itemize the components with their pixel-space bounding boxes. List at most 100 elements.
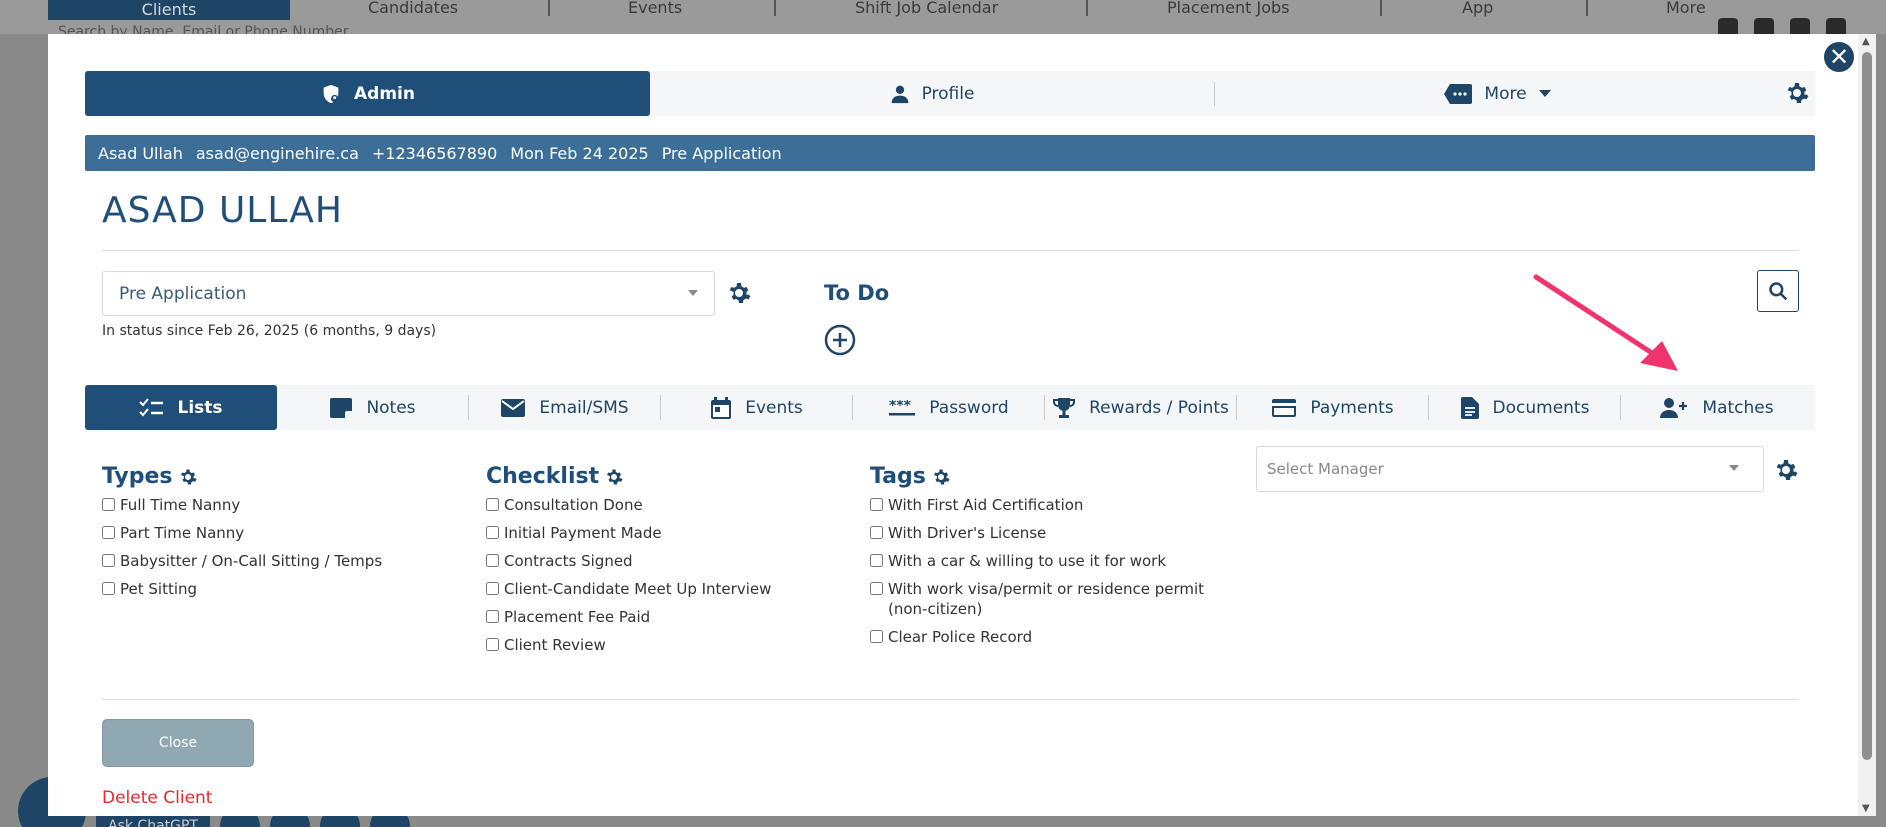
- tab-matches[interactable]: Matches: [1621, 385, 1813, 430]
- checklist-section: Checklist Consultation Done Initial Paym…: [486, 464, 866, 663]
- client-info-bar: Asad Ullah asad@enginehire.ca +123465678…: [85, 135, 1815, 171]
- checklist-item[interactable]: Client-Candidate Meet Up Interview: [486, 579, 866, 599]
- modal-top-nav: Admin Profile More: [85, 71, 1815, 116]
- checklist-item[interactable]: Contracts Signed: [486, 551, 866, 571]
- scroll-up-icon[interactable]: ▲: [1862, 36, 1870, 47]
- checklist-heading: Checklist: [486, 464, 866, 489]
- tag-item[interactable]: With a car & willing to use it for work: [870, 551, 1215, 571]
- status-select[interactable]: Pre Application: [102, 271, 715, 316]
- tab-documents[interactable]: Documents: [1429, 385, 1621, 430]
- checklist-checkbox[interactable]: [486, 526, 499, 539]
- tag-checkbox[interactable]: [870, 498, 883, 511]
- bg-tab-app: App: [1462, 0, 1494, 17]
- delete-client-link[interactable]: Delete Client: [102, 788, 212, 808]
- type-checkbox[interactable]: [102, 526, 115, 539]
- tag-checkbox[interactable]: [870, 582, 883, 595]
- info-date: Mon Feb 24 2025: [510, 143, 649, 163]
- info-status: Pre Application: [661, 143, 782, 163]
- tag-checkbox[interactable]: [870, 554, 883, 567]
- document-icon: [1460, 396, 1479, 419]
- type-checkbox[interactable]: [102, 582, 115, 595]
- modal-scrollbar[interactable]: ▲ ▼: [1858, 34, 1876, 816]
- svg-text:***: ***: [889, 400, 912, 414]
- trophy-icon: [1053, 397, 1076, 418]
- checklist-item[interactable]: Placement Fee Paid: [486, 607, 866, 627]
- close-icon[interactable]: ✕: [1822, 40, 1856, 74]
- tab-email-sms[interactable]: Email/SMS: [469, 385, 661, 430]
- checklist-gear-icon[interactable]: [605, 468, 623, 486]
- todo-title: To Do: [824, 281, 890, 305]
- types-section: Types Full Time Nanny Part Time Nanny Ba…: [102, 464, 482, 607]
- checklist-checkbox[interactable]: [486, 610, 499, 623]
- tab-events[interactable]: Events: [661, 385, 853, 430]
- type-item[interactable]: Babysitter / On-Call Sitting / Temps: [102, 551, 482, 571]
- status-since-text: In status since Feb 26, 2025 (6 months, …: [102, 323, 437, 339]
- tag-item[interactable]: Clear Police Record: [870, 627, 1215, 647]
- tab-admin[interactable]: Admin: [85, 71, 650, 116]
- divider: [102, 699, 1798, 700]
- scroll-down-icon[interactable]: ▼: [1862, 803, 1870, 814]
- type-checkbox[interactable]: [102, 554, 115, 567]
- checklist-item[interactable]: Client Review: [486, 635, 866, 655]
- background-nav: Clients Candidates Events Shift Job Cale…: [0, 0, 1886, 40]
- bg-tab-placement-jobs: Placement Jobs: [1167, 0, 1290, 17]
- divider: [102, 250, 1798, 251]
- caret-down-icon: [1538, 89, 1551, 97]
- bg-tab-shift-calendar: Shift Job Calendar: [855, 0, 999, 17]
- annotation-arrow-icon: [1533, 274, 1678, 371]
- client-modal: Admin Profile More Asad Ullah asad@engin…: [48, 34, 1858, 816]
- status-gear-icon[interactable]: [727, 281, 751, 305]
- types-heading: Types: [102, 464, 482, 489]
- tag-item[interactable]: With First Aid Certification: [870, 495, 1215, 515]
- tags-heading: Tags: [870, 464, 1215, 489]
- checklist-item[interactable]: Initial Payment Made: [486, 523, 866, 543]
- tab-lists[interactable]: Lists: [85, 385, 277, 430]
- checklist-checkbox[interactable]: [486, 498, 499, 511]
- checklist-checkbox[interactable]: [486, 582, 499, 595]
- tab-payments[interactable]: Payments: [1237, 385, 1429, 430]
- info-phone: +12346567890: [371, 143, 498, 163]
- checklist-item[interactable]: Consultation Done: [486, 495, 866, 515]
- search-button[interactable]: [1757, 270, 1799, 312]
- tag-icon: [1444, 83, 1473, 104]
- tab-rewards-points[interactable]: Rewards / Points: [1045, 385, 1237, 430]
- credit-card-icon: [1272, 398, 1297, 417]
- manager-gear-icon[interactable]: [1774, 458, 1798, 482]
- calendar-icon: [711, 396, 732, 419]
- type-item[interactable]: Pet Sitting: [102, 579, 482, 599]
- bg-tab-events: Events: [628, 0, 683, 17]
- type-item[interactable]: Part Time Nanny: [102, 523, 482, 543]
- tag-item[interactable]: With work visa/permit or residence permi…: [870, 579, 1215, 619]
- type-item[interactable]: Full Time Nanny: [102, 495, 482, 515]
- note-icon: [330, 397, 353, 418]
- tab-profile[interactable]: Profile: [650, 81, 1215, 106]
- checklist-checkbox[interactable]: [486, 638, 499, 651]
- tab-notes[interactable]: Notes: [277, 385, 469, 430]
- close-button[interactable]: Close: [102, 719, 254, 767]
- tab-password[interactable]: *** Password: [853, 385, 1045, 430]
- add-circle-icon[interactable]: [824, 324, 856, 356]
- envelope-icon: [501, 398, 526, 417]
- page-title: ASAD ULLAH: [102, 190, 343, 231]
- gear-icon[interactable]: [1785, 81, 1809, 105]
- info-name: Asad Ullah: [98, 143, 183, 163]
- scrollbar-thumb[interactable]: [1862, 52, 1872, 760]
- bg-tab-clients: Clients: [48, 0, 290, 20]
- checklist-icon: [139, 397, 164, 416]
- tags-section: Tags With First Aid Certification With D…: [870, 464, 1215, 655]
- password-icon: ***: [889, 400, 916, 415]
- chevron-down-icon: [1729, 465, 1739, 471]
- tag-item[interactable]: With Driver's License: [870, 523, 1215, 543]
- type-checkbox[interactable]: [102, 498, 115, 511]
- search-icon: [1769, 282, 1788, 301]
- tag-checkbox[interactable]: [870, 630, 883, 643]
- tags-gear-icon[interactable]: [932, 468, 950, 486]
- manager-select[interactable]: Select Manager: [1256, 446, 1764, 492]
- tag-checkbox[interactable]: [870, 526, 883, 539]
- user-plus-icon: [1660, 397, 1688, 418]
- user-icon: [891, 85, 908, 103]
- checklist-checkbox[interactable]: [486, 554, 499, 567]
- types-gear-icon[interactable]: [179, 468, 197, 486]
- bg-tab-candidates: Candidates: [368, 0, 459, 17]
- tab-more[interactable]: More: [1215, 71, 1780, 116]
